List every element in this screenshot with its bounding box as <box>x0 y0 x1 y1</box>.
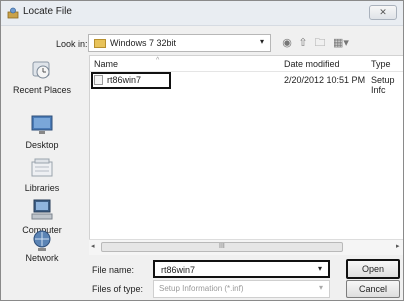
place-recent-places[interactable]: Recent Places <box>1 58 83 102</box>
locate-file-icon <box>7 7 19 19</box>
locate-file-dialog: Locate File ✕ Look in: Windows 7 32bit ▾… <box>0 0 404 301</box>
folder-icon <box>94 39 106 48</box>
libraries-icon <box>31 158 53 177</box>
cancel-button[interactable]: Cancel <box>346 280 400 298</box>
place-label: Desktop <box>25 140 59 150</box>
place-label: Libraries <box>24 183 60 193</box>
scroll-right-icon[interactable]: ▸ <box>396 242 400 250</box>
column-header-type[interactable]: Type <box>371 59 391 69</box>
date-modified-cell: 2/20/2012 10:51 PM <box>284 75 366 85</box>
close-button[interactable]: ✕ <box>369 5 397 20</box>
column-header-name[interactable]: Name ^ <box>94 57 159 69</box>
scrollbar-thumb[interactable]: III <box>101 242 343 252</box>
view-menu-icon[interactable]: ▦▾ <box>330 36 352 50</box>
sort-ascending-icon: ^ <box>156 57 160 64</box>
file-type-label: Files of type: <box>92 284 144 294</box>
computer-icon <box>31 199 53 220</box>
chevron-down-icon[interactable]: ▾ <box>260 37 264 46</box>
network-icon <box>33 230 51 251</box>
grip-icon: III <box>219 243 225 250</box>
place-network[interactable]: Network <box>1 229 83 269</box>
column-header-label: Name <box>94 59 119 69</box>
look-in-value: Windows 7 32bit <box>110 38 177 48</box>
scroll-left-icon[interactable]: ◂ <box>91 242 95 250</box>
close-icon: ✕ <box>379 7 387 17</box>
place-label: Recent Places <box>12 85 72 95</box>
type-cell: Setup Infc <box>371 75 395 95</box>
look-in-dropdown[interactable]: Windows 7 32bit ▾ <box>88 34 271 52</box>
selected-file-highlight <box>91 72 171 89</box>
title-bar: Locate File ✕ <box>1 1 403 26</box>
file-type-value: Setup Information (*.inf) <box>159 284 244 293</box>
new-folder-icon[interactable]: 🗀 <box>313 36 327 50</box>
column-header-date-modified[interactable]: Date modified <box>284 59 340 69</box>
place-label: Network <box>25 253 59 263</box>
file-list[interactable]: Name ^ Date modified Type rt86win7 2/20/… <box>89 55 403 255</box>
file-name-input[interactable]: rt86win7 ▾ <box>153 260 330 278</box>
place-libraries[interactable]: Libraries <box>1 156 83 196</box>
desktop-icon <box>31 115 53 134</box>
up-folder-icon[interactable]: ⇧ <box>296 36 310 50</box>
file-type-select[interactable]: Setup Information (*.inf) ▾ <box>153 280 330 298</box>
open-button[interactable]: Open <box>346 259 400 279</box>
recent-places-icon <box>32 61 50 79</box>
horizontal-scrollbar[interactable]: ◂ III ▸ <box>89 239 403 255</box>
look-in-label: Look in: <box>56 39 88 49</box>
chevron-down-icon: ▾ <box>319 283 324 292</box>
chevron-down-icon[interactable]: ▾ <box>318 264 322 273</box>
file-name-value: rt86win7 <box>161 265 196 275</box>
back-arrow-icon[interactable]: ◉ <box>280 36 294 50</box>
file-name-label: File name: <box>92 265 135 275</box>
places-bar: Recent Places Desktop Libraries Computer… <box>1 55 83 300</box>
window-title: Locate File <box>23 6 72 17</box>
place-desktop[interactable]: Desktop <box>1 113 83 153</box>
